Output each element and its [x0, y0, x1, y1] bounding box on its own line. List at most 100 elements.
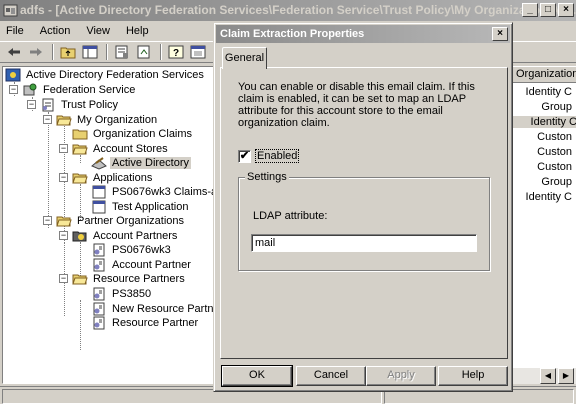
tree-item-label: Partner Organizations	[77, 214, 184, 227]
partner-icon	[91, 287, 107, 301]
export-icon[interactable]	[134, 43, 154, 61]
help-button[interactable]: Help	[438, 366, 508, 386]
partner-icon	[91, 302, 107, 316]
tree-item-label: Resource Partner	[112, 316, 199, 329]
ok-button[interactable]: OK	[221, 365, 293, 387]
forward-arrow-icon[interactable]	[26, 43, 46, 61]
tree-item-ps0676wk3-claims[interactable]: PS0676wk3 Claims-awa	[91, 184, 233, 199]
main-window-titlebar[interactable]: adfs - [Active Directory Federation Serv…	[0, 0, 576, 21]
collapse-icon[interactable]: −	[59, 173, 68, 182]
svg-text:?: ?	[173, 48, 179, 59]
tree-item-trust-policy[interactable]: − Trust Policy	[27, 97, 120, 112]
ldap-attribute-label: LDAP attribute:	[253, 210, 328, 222]
menu-file[interactable]: File	[6, 25, 24, 37]
enabled-checkbox-label[interactable]: Enabled	[255, 149, 300, 163]
partner-icon	[91, 316, 107, 330]
list-item[interactable]: Group	[541, 101, 572, 113]
tree-item-partner-organizations[interactable]: − Partner Organizations	[43, 213, 186, 228]
minimize-button[interactable]: _	[522, 3, 538, 17]
enabled-checkbox[interactable]: ✔	[238, 149, 251, 163]
enabled-checkbox-row[interactable]: ✔ Enabled	[238, 149, 300, 163]
tree-item-account-partner[interactable]: Account Partner	[91, 257, 193, 272]
dialog-titlebar[interactable]: Claim Extraction Properties ×	[216, 25, 510, 43]
claim-description: You can enable or disable this email cla…	[238, 81, 475, 129]
partner-icon	[91, 243, 107, 257]
cancel-button[interactable]: Cancel	[296, 366, 366, 386]
menu-help[interactable]: Help	[126, 25, 149, 37]
properties-icon[interactable]	[112, 43, 132, 61]
tree-item-new-resource-partner[interactable]: New Resource Partner	[91, 301, 225, 316]
dialog-title: Claim Extraction Properties	[220, 28, 365, 40]
folder-icon	[72, 127, 88, 141]
collapse-icon[interactable]: −	[43, 216, 52, 225]
folder-open-icon	[56, 214, 72, 228]
tree-item-label: Organization Claims	[93, 127, 193, 140]
tree-item-ps0676wk3[interactable]: PS0676wk3	[91, 242, 173, 257]
adfs-icon	[5, 68, 21, 82]
tree-item-resource-partner[interactable]: Resource Partner	[91, 315, 200, 330]
up-folder-icon[interactable]	[58, 43, 78, 61]
tree-item-applications[interactable]: − Applications	[59, 170, 154, 185]
collapse-icon[interactable]: −	[59, 231, 68, 240]
toolbar-separator	[160, 44, 162, 60]
tab-general[interactable]: General	[222, 47, 267, 69]
close-button[interactable]: ×	[558, 3, 574, 17]
tree-item-label: Active Directory Federation Services	[26, 68, 204, 81]
list-item[interactable]: Identity C	[511, 116, 576, 128]
list-item[interactable]: Custon	[537, 161, 572, 173]
claim-extraction-dialog: Claim Extraction Properties × General Yo…	[213, 22, 513, 392]
directory-icon	[91, 156, 107, 170]
list-item[interactable]: Identity C	[526, 191, 572, 203]
list-item[interactable]: Group	[541, 176, 572, 188]
main-window-title: adfs - [Active Directory Federation Serv…	[20, 3, 576, 17]
list-column-header[interactable]: Organization C	[511, 66, 576, 83]
collapse-icon[interactable]: −	[43, 115, 52, 124]
tree-item-account-partners[interactable]: − Account Partners	[59, 228, 179, 243]
tree-item-label: Account Partner	[112, 258, 191, 271]
collapse-icon[interactable]: −	[59, 274, 68, 283]
toolbar-separator	[106, 44, 108, 60]
partner-folder-icon	[72, 229, 88, 243]
console-icon[interactable]	[188, 43, 208, 61]
tree-item-resource-partners[interactable]: − Resource Partners	[59, 271, 187, 286]
maximize-button[interactable]: □	[540, 3, 556, 17]
settings-groupbox: Settings LDAP attribute:	[238, 171, 490, 271]
tree-item-label: PS0676wk3	[112, 243, 171, 256]
tree-item-label: Trust Policy	[61, 98, 119, 111]
folder-open-icon	[56, 113, 72, 127]
tree-item-federation-service[interactable]: − Federation Service	[9, 82, 137, 97]
scroll-right-icon[interactable]: ▶	[558, 368, 574, 384]
tree-item-account-stores[interactable]: − Account Stores	[59, 141, 170, 156]
list-item[interactable]: Custon	[537, 131, 572, 143]
mmc-app-icon	[3, 3, 18, 18]
apply-button[interactable]: Apply	[366, 366, 436, 386]
list-item[interactable]: Identity C	[526, 86, 572, 98]
tree-item-ps3850[interactable]: PS3850	[91, 286, 153, 301]
tree-item-organization-claims[interactable]: Organization Claims	[72, 126, 194, 141]
horizontal-scrollbar[interactable]: ◀ ▶	[510, 368, 576, 384]
dialog-close-button[interactable]: ×	[492, 27, 508, 41]
tree-item-adfs[interactable]: Active Directory Federation Services	[5, 67, 206, 82]
show-tree-icon[interactable]	[80, 43, 100, 61]
menu-action[interactable]: Action	[40, 25, 71, 37]
help-icon[interactable]: ?	[166, 43, 186, 61]
result-list[interactable]: Organization C Identity C Group Identity…	[510, 66, 576, 384]
collapse-icon[interactable]: −	[27, 100, 36, 109]
back-arrow-icon[interactable]	[4, 43, 24, 61]
folder-open-icon	[72, 272, 88, 286]
partner-icon	[91, 258, 107, 272]
collapse-icon[interactable]: −	[59, 144, 68, 153]
menu-view[interactable]: View	[86, 25, 110, 37]
tree-item-test-application[interactable]: Test Application	[91, 199, 190, 214]
ldap-attribute-input[interactable]	[251, 234, 477, 252]
tree-item-label: My Organization	[77, 113, 158, 126]
tree-item-label: New Resource Partner	[112, 302, 224, 315]
tree-item-label: Resource Partners	[93, 272, 185, 285]
tree-item-label: Account Stores	[93, 142, 168, 155]
tree-item-label: Federation Service	[43, 83, 136, 96]
collapse-icon[interactable]: −	[9, 85, 18, 94]
tree-item-active-directory[interactable]: Active Directory	[91, 155, 192, 170]
list-item[interactable]: Custon	[537, 146, 572, 158]
scroll-left-icon[interactable]: ◀	[540, 368, 556, 384]
tree-item-my-organization[interactable]: − My Organization	[43, 112, 159, 127]
